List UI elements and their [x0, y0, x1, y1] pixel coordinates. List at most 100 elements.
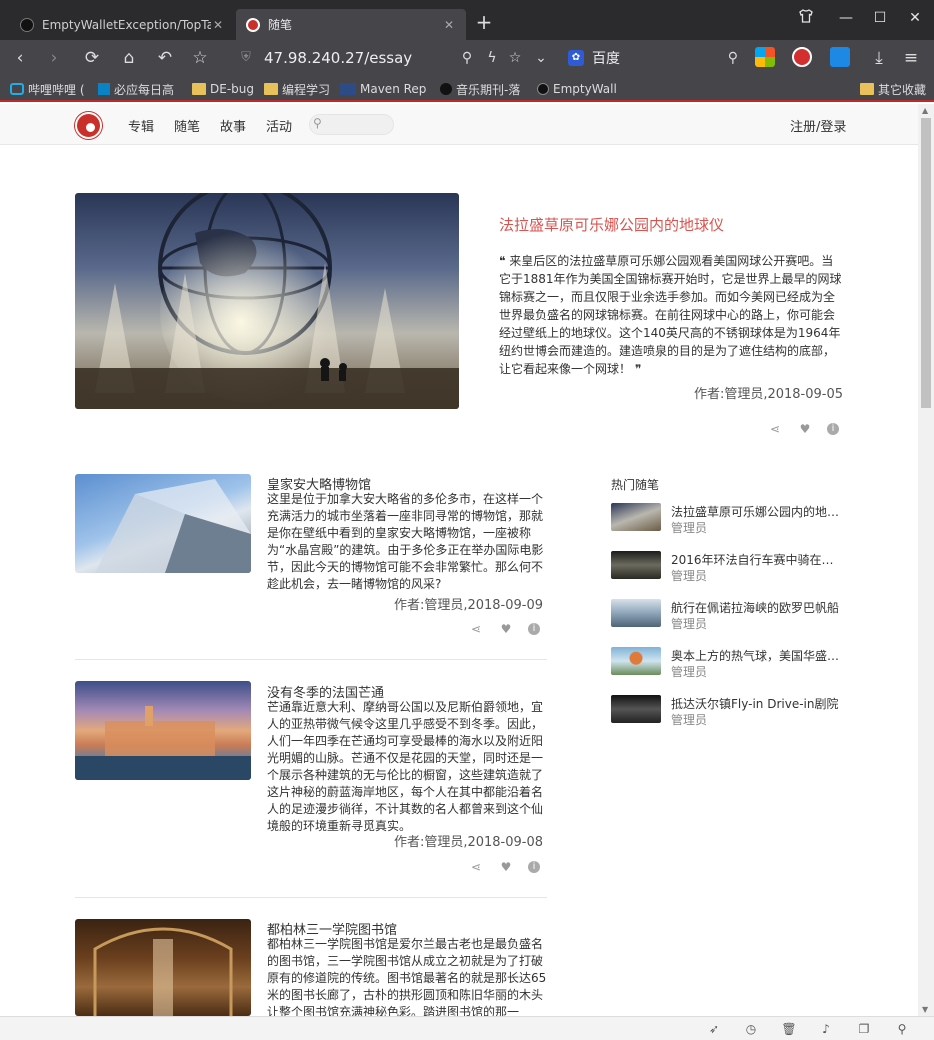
login-register-link[interactable]: 注册/登录	[790, 116, 846, 135]
new-tab-button[interactable]: +	[474, 10, 494, 34]
divider	[75, 659, 547, 660]
lightning-icon[interactable]: ϟ	[483, 48, 501, 68]
maximize-button[interactable]: ☐	[869, 8, 891, 28]
zoom-icon[interactable]: ⚲	[894, 1021, 910, 1037]
hot-essay-author: 管理员	[671, 665, 708, 679]
share-icon[interactable]: ⋖	[468, 859, 484, 875]
adblock-icon[interactable]	[792, 47, 812, 67]
hot-essay-item[interactable]: 航行在佩诺拉海峡的欧罗巴帆船 管理员	[611, 599, 846, 639]
url-text: 47.98.240.27/essay	[264, 49, 413, 67]
bing-icon	[98, 83, 110, 95]
article-image-museum[interactable]	[75, 474, 251, 573]
music-icon	[440, 83, 452, 95]
site-logo[interactable]	[75, 112, 102, 139]
hot-essays-heading: 热门随笔	[611, 478, 660, 492]
tab-bar: EmptyWalletException/TopTal ✕ 随笔 ✕ + — ☐…	[0, 0, 934, 40]
bookmark-label: Maven Rep	[360, 82, 427, 96]
baidu-icon: ✿	[568, 50, 584, 66]
article-excerpt: 都柏林三一学院图书馆是爱尔兰最古老也是最负盛名的图书馆，三一学院图书馆从成立之初…	[267, 937, 547, 1016]
trash-icon[interactable]: 🗑	[781, 1021, 797, 1037]
bookmarks-bar: 哔哩哔哩 ( 必应每日高 DE-bug 编程学习 Maven Rep 音乐期刊-…	[0, 76, 934, 102]
search-engine-box[interactable]: ✿ 百度 ⚲	[568, 47, 738, 69]
bookmark-star-icon[interactable]: ☆	[506, 48, 524, 68]
info-icon[interactable]: i	[827, 423, 839, 435]
shirt-icon[interactable]	[795, 8, 817, 28]
apps-grid-icon[interactable]	[755, 47, 775, 67]
hot-essay-item[interactable]: 2016年环法自行车赛中骑在最前 管理员	[611, 551, 846, 591]
reload-icon[interactable]: ⟳	[80, 46, 104, 70]
hot-essay-author: 管理员	[671, 521, 708, 535]
heart-icon[interactable]: ♥	[797, 421, 813, 437]
page-scrollbar[interactable]: ▲ ▼	[918, 104, 934, 1016]
close-tab-icon[interactable]: ✕	[442, 18, 456, 32]
hero-image-unisphere[interactable]	[75, 193, 459, 409]
star-icon[interactable]: ☆	[188, 46, 212, 70]
article-excerpt: 芒通靠近意大利、摩纳哥公国以及尼斯伯爵领地，宜人的亚热带微气候令这里几乎感受不到…	[267, 700, 544, 833]
bookmark-others[interactable]: 其它收藏	[860, 80, 926, 98]
hot-essay-item[interactable]: 法拉盛草原可乐娜公园内的地球仪 管理员	[611, 503, 846, 543]
hot-essay-author: 管理员	[671, 713, 708, 727]
menu-essays[interactable]: 随笔	[174, 116, 200, 135]
bookmark-maven[interactable]: Maven Rep	[340, 80, 426, 98]
hot-essay-item[interactable]: 抵达沃尔镇Fly-in Drive-in剧院 管理员	[611, 695, 846, 735]
download-icon[interactable]: ⤓	[867, 46, 891, 70]
search-engine-label: 百度	[592, 51, 620, 67]
article-image-library[interactable]	[75, 919, 251, 1016]
site-search-input[interactable]: ⚲	[309, 114, 394, 135]
share-icon[interactable]: ⋖	[468, 621, 484, 637]
undo-icon[interactable]: ↶	[153, 46, 177, 70]
heart-icon[interactable]: ♥	[498, 621, 514, 637]
article-image-menton[interactable]	[75, 681, 251, 780]
bookmark-bilibili[interactable]: 哔哩哔哩 (	[10, 80, 85, 98]
hot-essay-item[interactable]: 奥本上方的热气球，美国华盛顿州 管理员	[611, 647, 846, 687]
hero-author: 作者:管理员,2018-09-05	[693, 387, 843, 402]
minimize-button[interactable]: —	[835, 8, 857, 28]
hero-actions: ⋖ ♥ i	[767, 421, 839, 437]
article-actions: ⋖ ♥ i	[468, 859, 540, 875]
window-icon[interactable]: ❐	[856, 1021, 872, 1037]
scroll-up-icon[interactable]: ▲	[922, 106, 928, 115]
hot-essay-author: 管理员	[671, 617, 708, 631]
zoom-icon[interactable]: ⚲	[458, 48, 476, 68]
hot-essay-title: 2016年环法自行车赛中骑在最前	[671, 553, 843, 567]
folder-icon	[264, 83, 278, 95]
hot-essay-title: 抵达沃尔镇Fly-in Drive-in剧院	[671, 697, 839, 711]
heart-icon[interactable]: ♥	[498, 859, 514, 875]
back-icon[interactable]: ‹	[8, 46, 32, 70]
note-extension-icon[interactable]	[830, 47, 850, 67]
bookmark-label: 必应每日高	[114, 82, 175, 97]
menu-events[interactable]: 活动	[266, 116, 292, 135]
navigation-bar: ‹ › ⟳ ⌂ ↶ ☆ ⛨ 47.98.240.27/essay ⚲ ϟ ☆ ⌄…	[0, 40, 934, 76]
tab-essay[interactable]: 随笔 ✕	[236, 9, 466, 40]
bookmark-music[interactable]: 音乐期刊-落	[440, 80, 520, 98]
speed-icon[interactable]: ◷	[743, 1021, 759, 1037]
volume-icon[interactable]: ♪	[818, 1021, 834, 1037]
close-tab-icon[interactable]: ✕	[211, 18, 225, 32]
bookmark-label: EmptyWall	[553, 82, 617, 96]
forward-icon[interactable]: ›	[42, 46, 66, 70]
scroll-down-icon[interactable]: ▼	[922, 1005, 928, 1014]
share-icon[interactable]: ⋖	[767, 421, 783, 437]
info-icon[interactable]: i	[528, 623, 540, 635]
bookmark-label: DE-bug	[210, 82, 254, 96]
thumbnail	[611, 503, 661, 531]
divider	[75, 897, 547, 898]
chevron-down-icon[interactable]: ⌄	[532, 48, 550, 68]
close-window-button[interactable]: ✕	[904, 8, 926, 28]
bookmark-debug[interactable]: DE-bug	[192, 80, 254, 98]
article-author: 作者:管理员,2018-09-08	[393, 835, 543, 850]
menu-albums[interactable]: 专辑	[128, 116, 154, 135]
home-icon[interactable]: ⌂	[117, 46, 141, 70]
menu-stories[interactable]: 故事	[220, 116, 246, 135]
search-icon[interactable]: ⚲	[728, 50, 738, 66]
bookmark-label: 哔哩哔哩 (	[28, 82, 85, 97]
hero-title[interactable]: 法拉盛草原可乐娜公园内的地球仪	[499, 214, 724, 235]
tab-toptal[interactable]: EmptyWalletException/TopTal ✕	[10, 9, 235, 40]
bookmark-github[interactable]: EmptyWall	[537, 80, 617, 98]
rocket-icon[interactable]: ➶	[706, 1021, 722, 1037]
bookmark-programming[interactable]: 编程学习	[264, 80, 330, 98]
bookmark-bing[interactable]: 必应每日高	[98, 80, 174, 98]
info-icon[interactable]: i	[528, 861, 540, 873]
menu-icon[interactable]: ≡	[899, 46, 923, 70]
scrollbar-thumb[interactable]	[921, 118, 931, 408]
